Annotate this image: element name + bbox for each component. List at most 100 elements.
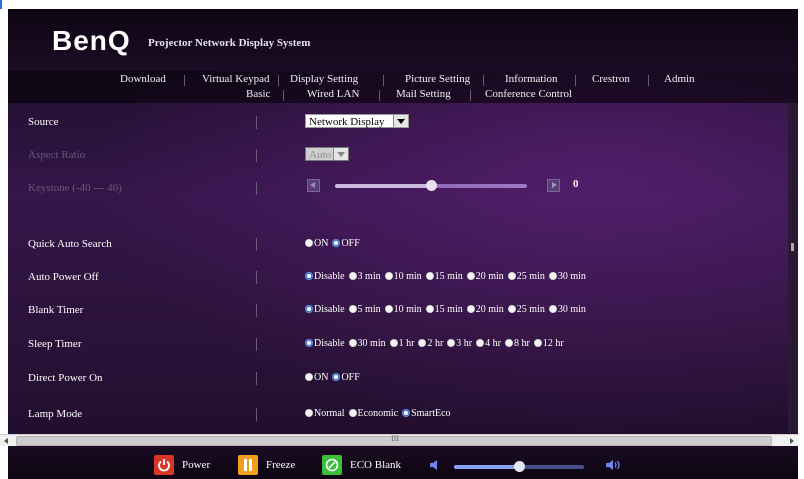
lamp-mode-option[interactable]: Economic [348,408,398,419]
nav-row-sub: Basic Wired LAN Mail Setting Conference … [8,88,798,103]
dropdown-arrow-icon[interactable] [393,115,408,127]
radio-button[interactable] [507,272,516,280]
nav-crestron[interactable]: Crestron [592,73,630,85]
radio-button[interactable] [384,272,393,280]
radio-option-label: 20 min [475,304,504,315]
subnav-basic[interactable]: Basic [246,88,270,100]
sleep-timer-option[interactable]: 1 hr [389,338,414,349]
pause-icon[interactable] [238,455,258,475]
vertical-scrollbar[interactable] [788,103,798,433]
nav-admin[interactable]: Admin [664,73,695,85]
scroll-right-icon[interactable] [786,435,798,446]
blank-timer-option[interactable]: 10 min [384,304,422,315]
radio-button[interactable] [348,409,357,417]
volume-up-icon[interactable] [604,458,624,475]
power-label[interactable]: Power [182,459,210,471]
radio-button[interactable] [476,339,485,347]
auto-power-off-option[interactable]: 10 min [384,271,422,282]
radio-button[interactable] [548,272,557,280]
blank-timer-option[interactable]: Disable [305,304,345,315]
radio-button[interactable] [332,239,341,247]
radio-button[interactable] [447,339,456,347]
sleep-timer-option[interactable]: 12 hr [533,338,564,349]
radio-button[interactable] [305,305,313,313]
radio-button[interactable] [305,239,313,247]
blank-timer-option[interactable]: 20 min [466,304,504,315]
scroll-left-icon[interactable] [0,435,12,446]
subnav-wired-lan[interactable]: Wired LAN [307,88,359,100]
radio-button[interactable] [466,272,475,280]
radio-button[interactable] [402,409,411,417]
nav-information[interactable]: Information [505,73,558,85]
radio-button[interactable] [348,339,357,347]
radio-button[interactable] [548,305,557,313]
direct-power-on-option[interactable]: ON [305,372,328,383]
volume-down-icon[interactable] [428,458,442,475]
subnav-conference-control[interactable]: Conference Control [485,88,572,100]
radio-button[interactable] [425,305,434,313]
freeze-label[interactable]: Freeze [266,459,295,471]
horizontal-scrollbar-thumb[interactable]: III [16,434,772,446]
source-value: Network Display [309,116,385,128]
nav-separator [184,75,185,86]
nav-virtual-keypad[interactable]: Virtual Keypad [202,73,269,85]
radio-button[interactable] [305,409,313,417]
sleep-timer-option[interactable]: 2 hr [418,338,443,349]
radio-button[interactable] [348,272,357,280]
radio-button[interactable] [466,305,475,313]
direct-power-on-option[interactable]: OFF [332,372,360,383]
sleep-timer-option[interactable]: 3 hr [447,338,472,349]
quick-auto-search-option[interactable]: ON [305,238,328,249]
nav-download[interactable]: Download [120,73,166,85]
sleep-timer-option[interactable]: 8 hr [504,338,530,349]
auto-power-off-option[interactable]: 3 min [348,271,381,282]
subnav-mail-setting[interactable]: Mail Setting [396,88,451,100]
radio-button[interactable] [305,373,313,381]
radio-button[interactable] [384,305,393,313]
vertical-scrollbar-thumb[interactable] [791,243,794,251]
auto-power-off-option[interactable]: 15 min [425,271,463,282]
nav-display-setting[interactable]: Display Setting [290,73,358,85]
auto-power-off-option[interactable]: 25 min [507,271,545,282]
radio-button[interactable] [305,339,313,347]
quick-auto-search-option[interactable]: OFF [332,238,360,249]
bottom-toolbar: Power Freeze ECO Blank [8,446,798,479]
radio-button[interactable] [332,373,341,381]
radio-option-label: 30 min [557,304,586,315]
radio-button[interactable] [504,339,513,347]
volume-slider-thumb[interactable] [514,461,525,472]
radio-button[interactable] [348,305,357,313]
blank-timer-option[interactable]: 30 min [548,304,586,315]
blank-timer-option[interactable]: 25 min [507,304,545,315]
lamp-mode-label: Lamp Mode [28,408,83,420]
setting-row-keystone: Keystone (-40 --- 40) 0 [8,172,798,205]
radio-button[interactable] [389,339,398,347]
sleep-timer-option[interactable]: 4 hr [476,338,501,349]
auto-power-off-option[interactable]: 20 min [466,271,504,282]
blank-timer-option[interactable]: 5 min [348,304,381,315]
volume-slider[interactable] [454,461,584,472]
radio-button[interactable] [425,272,434,280]
eco-blank-icon[interactable] [322,455,342,475]
blank-timer-option[interactable]: 15 min [425,304,463,315]
radio-button[interactable] [533,339,542,347]
radio-button[interactable] [305,272,313,280]
auto-power-off-option[interactable]: Disable [305,271,345,282]
sleep-timer-option[interactable]: Disable [305,338,345,349]
nav-picture-setting[interactable]: Picture Setting [405,73,470,85]
main-navigation: Download Virtual Keypad Display Setting … [8,71,798,103]
sleep-timer-option[interactable]: 30 min [348,338,386,349]
radio-option-label: 4 hr [485,338,501,349]
power-icon[interactable] [154,455,174,475]
radio-button[interactable] [418,339,427,347]
horizontal-scrollbar[interactable]: III [0,434,798,446]
lamp-mode-option[interactable]: Normal [305,408,345,419]
radio-option-label: Disable [314,304,345,315]
auto-power-off-option[interactable]: 30 min [548,271,586,282]
nav-separator [575,75,576,86]
radio-button[interactable] [507,305,516,313]
source-select[interactable]: Network Display [305,114,409,128]
row-divider [256,271,257,284]
lamp-mode-option[interactable]: SmartEco [402,408,451,419]
eco-blank-label[interactable]: ECO Blank [350,459,401,471]
